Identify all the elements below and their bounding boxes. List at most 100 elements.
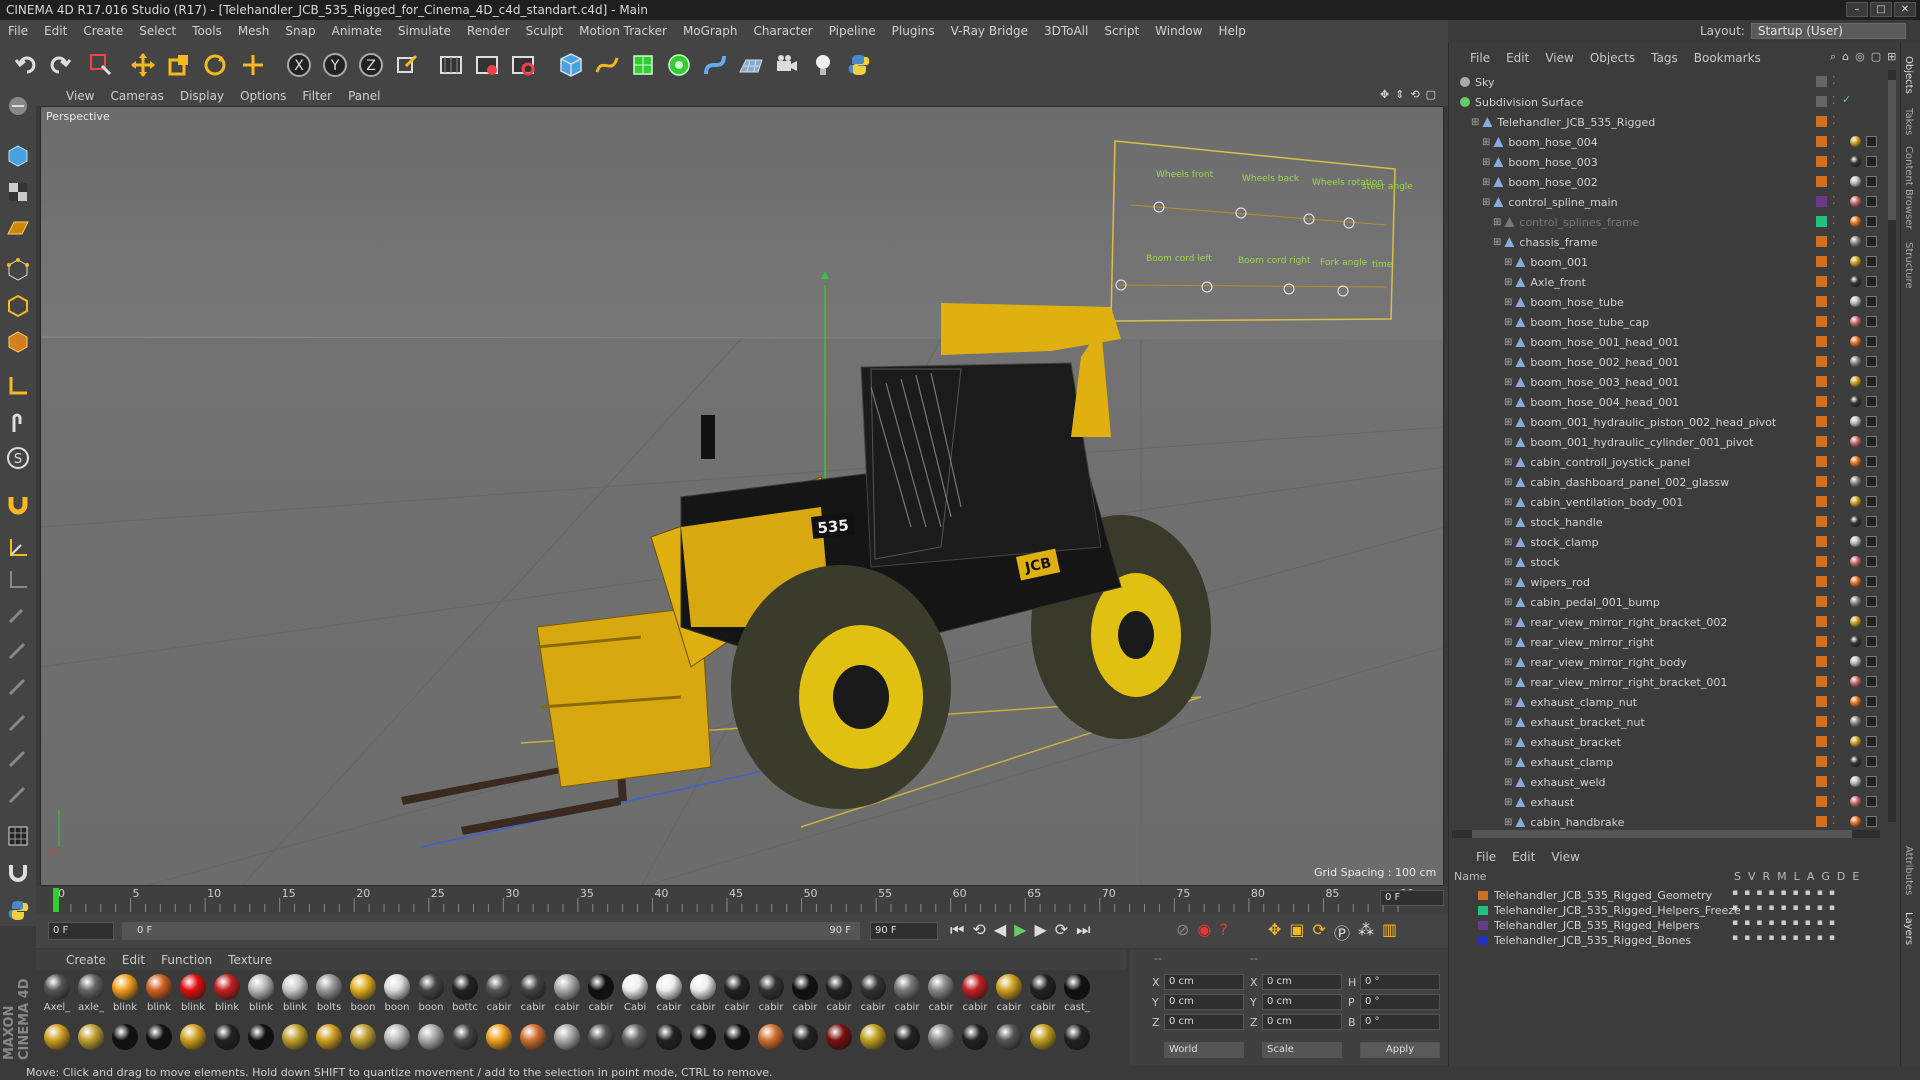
object-row[interactable]: ⊞ boom_hose_tube_cap ⁚ [1450, 312, 1890, 332]
object-row[interactable]: ⊞ boom_hose_001_head_001 ⁚ [1450, 332, 1890, 352]
menu-snap[interactable]: Snap [285, 24, 315, 38]
go-to-start-icon[interactable]: ⏮ [950, 920, 964, 940]
cube-primitive-icon[interactable] [556, 50, 586, 80]
layer-column-v[interactable]: V [1748, 870, 1756, 883]
visibility-dots-icon[interactable]: ⁚ [1832, 494, 1836, 507]
layer-color-icon[interactable] [1816, 776, 1827, 787]
visibility-dots-icon[interactable]: ⁚ [1832, 154, 1836, 167]
texture-tag-icon[interactable] [1850, 296, 1861, 307]
texture-tag-icon[interactable] [1850, 316, 1861, 327]
tweak-mode-icon[interactable] [4, 408, 32, 436]
texture-tag-icon[interactable] [1850, 436, 1861, 447]
object-row[interactable]: ⊞ boom_hose_002 ⁚ [1450, 172, 1890, 192]
layer-color-swatch[interactable] [1478, 935, 1488, 945]
layer-color-icon[interactable] [1816, 556, 1827, 567]
next-key-icon[interactable]: ⟳ [1055, 920, 1068, 940]
menu-file[interactable]: File [8, 24, 28, 38]
filter-icon[interactable]: ◎ [1855, 50, 1865, 64]
layer-color-icon[interactable] [1816, 496, 1827, 507]
material-swatch[interactable] [280, 1024, 310, 1052]
timeline-ruler[interactable]: 051015202530354045505560657075808590 [36, 886, 1448, 914]
visibility-dots-icon[interactable]: ⁚ [1832, 394, 1836, 407]
phong-tag-icon[interactable] [1866, 756, 1877, 767]
size-mode-dropdown[interactable]: Scale [1262, 1042, 1342, 1058]
viewport-menu-display[interactable]: Display [180, 89, 224, 103]
home-icon[interactable]: ⌂ [1842, 50, 1849, 64]
expand-toggle-icon[interactable]: ⊞ [1504, 537, 1512, 548]
texture-tag-icon[interactable] [1850, 516, 1861, 527]
texture-tag-icon[interactable] [1850, 796, 1861, 807]
phong-tag-icon[interactable] [1866, 816, 1877, 827]
material-swatch[interactable] [144, 1024, 174, 1052]
texture-tag-icon[interactable] [1850, 396, 1861, 407]
material-menu-texture[interactable]: Texture [228, 953, 272, 967]
position-field[interactable]: 0 cm [1164, 974, 1244, 990]
render-view-icon[interactable] [436, 50, 466, 80]
magnet-snap-icon[interactable] [4, 858, 32, 886]
apply-button[interactable]: Apply [1360, 1042, 1440, 1058]
visibility-dots-icon[interactable]: ⁚ [1832, 714, 1836, 727]
phong-tag-icon[interactable] [1866, 676, 1877, 687]
object-horizontal-scrollbar[interactable] [1452, 830, 1880, 838]
brush-tool-icon[interactable] [4, 600, 32, 628]
layer-column-g[interactable]: G [1821, 870, 1830, 883]
render-icon[interactable]: ▪ [1756, 918, 1762, 928]
key-parameter-icon[interactable]: Ⓟ [1334, 920, 1350, 944]
material-swatch[interactable] [110, 1024, 140, 1052]
material-swatch[interactable] [450, 1024, 480, 1052]
texture-tag-icon[interactable] [1850, 336, 1861, 347]
layer-color-icon[interactable] [1816, 136, 1827, 147]
previous-key-icon[interactable]: ⟲ [972, 920, 985, 940]
layer-row[interactable]: Telehandler_JCB_535_Rigged_Helpers_Freez… [1478, 903, 1888, 917]
visibility-dots-icon[interactable]: ⁚ [1832, 814, 1836, 827]
material-swatch[interactable] [42, 1024, 72, 1052]
visible-icon[interactable]: ▪ [1744, 918, 1750, 928]
visible-icon[interactable]: ▪ [1744, 903, 1750, 913]
menu-help[interactable]: Help [1218, 24, 1245, 38]
layer-row[interactable]: Telehandler_JCB_535_Rigged_Geometry ▪ ▪ ▪ ▪ ▪… [1478, 888, 1888, 902]
expression-icon[interactable]: ▪ [1829, 888, 1835, 898]
material-swatch[interactable]: boon [382, 974, 412, 1013]
material-swatch[interactable] [858, 1024, 888, 1052]
rotation-field[interactable]: 0 ° [1360, 1014, 1440, 1030]
menu-sculpt[interactable]: Sculpt [526, 24, 563, 38]
object-vertical-scrollbar[interactable] [1888, 70, 1896, 822]
expand-toggle-icon[interactable]: ⊞ [1504, 637, 1512, 648]
object-row[interactable]: ⊞ exhaust_bracket ⁚ [1450, 732, 1890, 752]
material-swatch[interactable] [76, 1024, 106, 1052]
python-icon[interactable] [844, 50, 874, 80]
expand-toggle-icon[interactable]: ⊞ [1471, 117, 1479, 128]
maximize-icon[interactable]: □ [1870, 2, 1892, 17]
material-swatch[interactable]: cabir [586, 974, 616, 1013]
phong-tag-icon[interactable] [1866, 216, 1877, 227]
phong-tag-icon[interactable] [1866, 776, 1877, 787]
material-menu-edit[interactable]: Edit [122, 953, 145, 967]
material-swatch[interactable] [790, 1024, 820, 1052]
paint-tool-icon[interactable] [4, 708, 32, 736]
phong-tag-icon[interactable] [1866, 136, 1877, 147]
object-row[interactable]: ⊞ Axle_front ⁚ [1450, 272, 1890, 292]
material-swatch[interactable]: cabir [756, 974, 786, 1013]
expand-toggle-icon[interactable]: ⊞ [1504, 297, 1512, 308]
scale-tool-icon[interactable] [164, 50, 194, 80]
texture-tag-icon[interactable] [1850, 276, 1861, 287]
layer-color-swatch[interactable] [1478, 920, 1488, 930]
visibility-dots-icon[interactable]: ⁚ [1832, 794, 1836, 807]
lock-icon[interactable]: ▪ [1780, 933, 1786, 943]
floor-icon[interactable] [736, 50, 766, 80]
layer-color-icon[interactable] [1816, 316, 1827, 327]
expand-toggle-icon[interactable]: ⊞ [1504, 657, 1512, 668]
viewport-menu-view[interactable]: View [66, 89, 94, 103]
cloner-icon[interactable] [664, 50, 694, 80]
frame-range-slider[interactable]: 0 F 90 F [122, 922, 860, 940]
phong-tag-icon[interactable] [1866, 716, 1877, 727]
material-swatch[interactable]: blink [144, 974, 174, 1013]
layer-color-icon[interactable] [1816, 676, 1827, 687]
sculpt-tool-icon[interactable] [4, 672, 32, 700]
phong-tag-icon[interactable] [1866, 556, 1877, 567]
layer-color-icon[interactable] [1816, 336, 1827, 347]
phong-tag-icon[interactable] [1866, 256, 1877, 267]
visibility-dots-icon[interactable]: ⁚ [1832, 354, 1836, 367]
visibility-dots-icon[interactable]: ⁚ [1832, 234, 1836, 247]
make-editable-icon[interactable] [4, 92, 32, 120]
